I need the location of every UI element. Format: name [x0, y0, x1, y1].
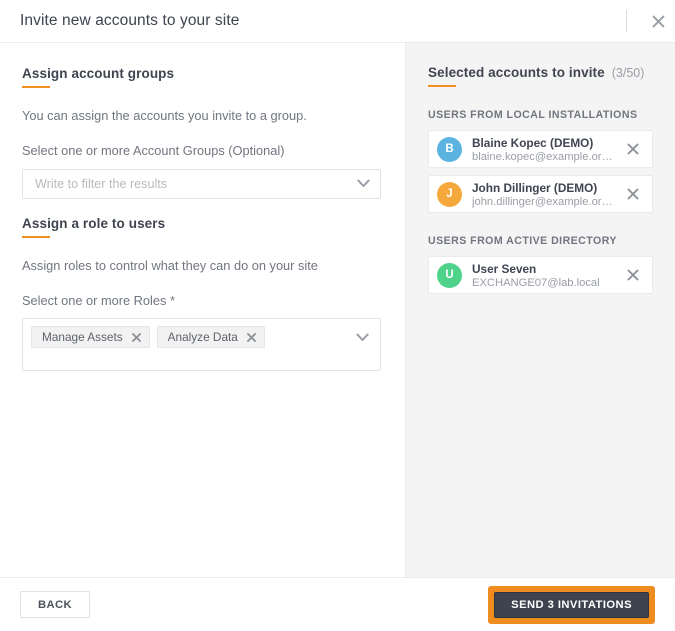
- selected-accounts-header: Selected accounts to invite (3/50): [428, 65, 653, 87]
- assign-role-heading: Assign a role to users: [22, 216, 165, 238]
- send-invitations-button[interactable]: SEND 3 INVITATIONS: [494, 591, 649, 618]
- modal-body: Assign account groups You can assign the…: [0, 42, 675, 577]
- selected-user-row: J John Dillinger (DEMO) john.dillinger@e…: [428, 175, 653, 213]
- selected-accounts-heading: Selected accounts to invite: [428, 65, 605, 87]
- avatar: B: [437, 136, 462, 162]
- assign-role-description: Assign roles to control what they can do…: [22, 257, 318, 273]
- group-title-local-installations: USERS FROM LOCAL INSTALLATIONS: [428, 109, 638, 121]
- modal-title: Invite new accounts to your site: [20, 12, 240, 29]
- user-meta: Blaine Kopec (DEMO) blaine.kopec@example…: [472, 136, 618, 163]
- modal-header: Invite new accounts to your site: [0, 0, 675, 42]
- header-divider: [626, 10, 627, 32]
- selected-user-row: U User Seven EXCHANGE07@lab.local: [428, 256, 653, 294]
- roles-select[interactable]: Manage Assets Analyze Data: [22, 318, 381, 372]
- user-meta: John Dillinger (DEMO) john.dillinger@exa…: [472, 181, 618, 208]
- selected-accounts-count: (3/50): [611, 66, 645, 80]
- selected-accounts-pane: Selected accounts to invite (3/50) USERS…: [406, 43, 675, 577]
- role-chip[interactable]: Manage Assets: [31, 326, 150, 349]
- user-email: blaine.kopec@example.org.in...: [472, 150, 618, 163]
- avatar: U: [437, 262, 462, 288]
- back-button[interactable]: BACK: [20, 591, 90, 618]
- user-email: john.dillinger@example.org.in...: [472, 195, 618, 208]
- send-invitations-focus-ring: SEND 3 INVITATIONS: [488, 585, 655, 624]
- modal-footer: BACK SEND 3 INVITATIONS: [0, 577, 675, 631]
- close-icon: [652, 15, 665, 28]
- user-name: John Dillinger (DEMO): [472, 180, 598, 195]
- chevron-down-icon: [356, 177, 370, 191]
- invite-accounts-modal: Invite new accounts to your site Assign …: [0, 0, 675, 631]
- avatar: J: [437, 181, 462, 207]
- selected-user-row: B Blaine Kopec (DEMO) blaine.kopec@examp…: [428, 130, 653, 168]
- group-title-active-directory: USERS FROM ACTIVE DIRECTORY: [428, 235, 617, 247]
- assign-account-groups-heading: Assign account groups: [22, 66, 174, 88]
- account-groups-field-label: Select one or more Account Groups (Optio…: [22, 143, 285, 159]
- remove-user-button[interactable]: [624, 269, 642, 281]
- role-chip-label: Analyze Data: [167, 330, 238, 345]
- role-chip-label: Manage Assets: [42, 330, 123, 345]
- user-name: Blaine Kopec (DEMO): [472, 135, 594, 150]
- roles-field-label: Select one or more Roles *: [22, 292, 175, 308]
- close-icon[interactable]: [246, 332, 256, 342]
- assign-account-groups-description: You can assign the accounts you invite t…: [22, 108, 307, 123]
- assign-settings-pane: Assign account groups You can assign the…: [0, 43, 406, 577]
- user-email: EXCHANGE07@lab.local: [472, 276, 600, 289]
- user-meta: User Seven EXCHANGE07@lab.local: [472, 262, 618, 289]
- close-icon[interactable]: [131, 332, 141, 342]
- remove-user-button[interactable]: [624, 143, 642, 155]
- account-groups-select[interactable]: Write to filter the results: [22, 168, 381, 199]
- header-actions: [626, 0, 675, 42]
- account-groups-filter-input[interactable]: Write to filter the results: [35, 177, 356, 191]
- close-modal-button[interactable]: [641, 0, 675, 42]
- remove-user-button[interactable]: [624, 188, 642, 200]
- user-name: User Seven: [472, 261, 537, 276]
- chevron-down-icon: [355, 330, 369, 344]
- role-chip[interactable]: Analyze Data: [156, 326, 265, 349]
